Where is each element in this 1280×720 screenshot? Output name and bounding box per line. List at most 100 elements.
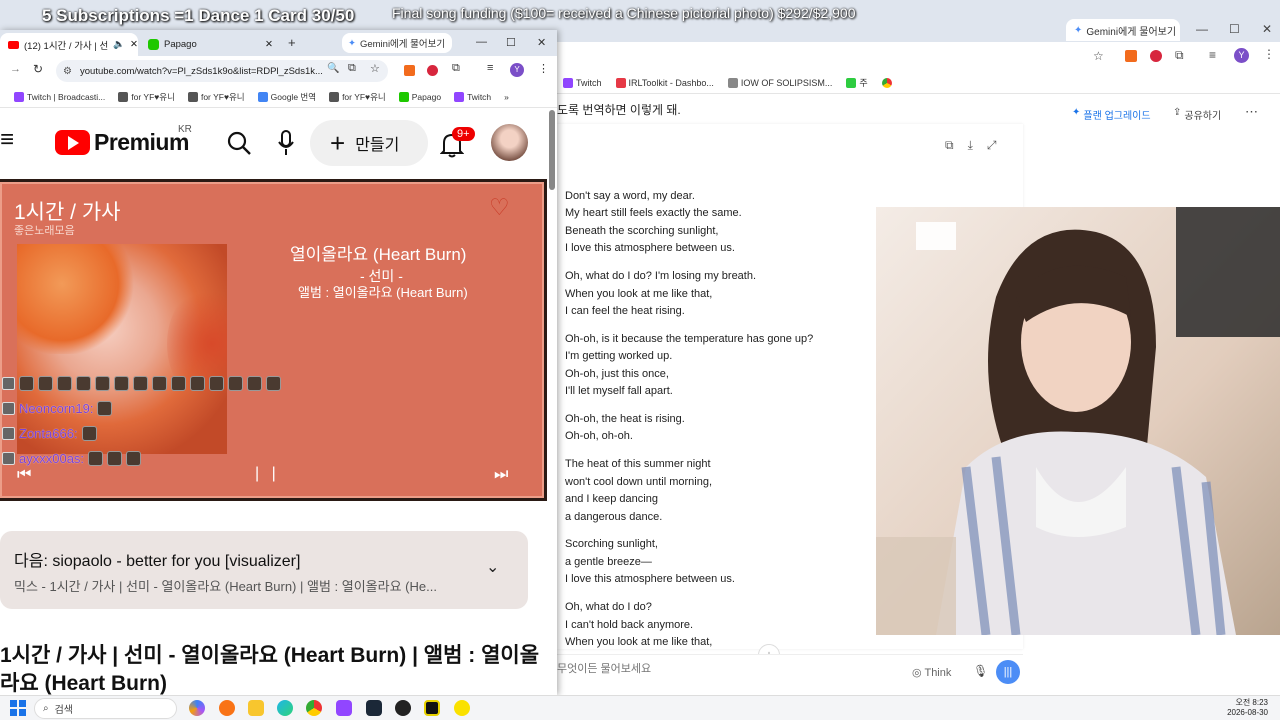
stream-goal-text: 5 Subscriptions =1 Dance 1 Card 30/50 [42, 6, 355, 25]
reload-icon[interactable]: ↻ [33, 62, 43, 76]
microphone-icon[interactable]: 🎙 [973, 664, 988, 678]
bookmark-item[interactable]: IOW OF SOLIPSISM... [727, 77, 832, 88]
tab-youtube[interactable]: (12) 1시간 / 가사 | 선 🔈 ✕ [0, 33, 138, 56]
app-icon[interactable] [424, 700, 440, 716]
chat-emote-icon [81, 426, 97, 441]
install-icon[interactable]: ⧉ [348, 62, 356, 75]
profile-icon[interactable]: Y [1234, 48, 1249, 63]
folder-icon[interactable] [248, 700, 264, 716]
extension-icon[interactable] [1150, 50, 1162, 62]
menu-dots-icon[interactable]: ⋮ [538, 62, 549, 75]
bookmark-item[interactable]: 주 [846, 76, 868, 89]
hamburger-menu-icon[interactable]: ≡ [0, 128, 14, 152]
bookmark-star-icon[interactable]: ☆ [1093, 49, 1104, 63]
stream-chat-overlay: Neoncorn19: Zonta666: ayxxx00as: [2, 371, 281, 471]
puzzle-icon[interactable]: ⧉ [452, 62, 460, 75]
app-icon[interactable] [219, 700, 235, 716]
more-options-icon[interactable]: ⋯ [1245, 104, 1258, 120]
close-icon[interactable]: ✕ [1262, 22, 1272, 36]
bookmark-item[interactable]: for YF♥유니 [187, 91, 245, 103]
video-title: 1시간 / 가사 | 선미 - 열이올라요 (Heart Burn) | 앨범 … [0, 644, 540, 695]
chrome-icon[interactable] [306, 700, 322, 716]
taskbar: ⌕ 검색 오전 8:23 2026-08-30 [0, 695, 1280, 720]
more-bookmarks-icon[interactable]: » [504, 92, 509, 102]
chat-emote-icon [57, 376, 72, 391]
puzzle-icon[interactable]: ⧉ [1175, 48, 1184, 63]
bookmark-item[interactable]: IRLToolkit - Dashbo... [615, 77, 714, 88]
chat-emote-icon [19, 376, 34, 391]
microphone-icon[interactable] [277, 130, 295, 156]
tab-close-icon[interactable]: ✕ [265, 39, 273, 50]
youtube-icon [8, 40, 19, 49]
copy-icon[interactable]: ⧉ [945, 138, 954, 153]
gemini-ask-button[interactable]: ✦ Gemini에게 물어보기 [1066, 19, 1180, 41]
search-icon: ⌕ [43, 703, 49, 714]
bookmark-item[interactable]: for YF♥유니 [118, 91, 175, 103]
bookmark-item[interactable]: Papago [398, 91, 441, 102]
chat-message [2, 371, 281, 396]
twitch-icon[interactable] [336, 700, 352, 716]
chrome-icon[interactable] [881, 77, 892, 88]
taskbar-search[interactable]: ⌕ 검색 [34, 698, 177, 719]
minimize-icon[interactable]: — [1196, 22, 1208, 36]
bookmark-item[interactable]: Twitch [454, 91, 491, 102]
copilot-icon[interactable] [189, 700, 205, 716]
download-icon[interactable]: ⤓ [968, 138, 973, 153]
expand-icon[interactable]: ⤢ [987, 138, 997, 153]
profile-icon[interactable]: Y [510, 63, 524, 77]
site-info-icon[interactable]: ⚙ [63, 66, 72, 77]
tab-papago[interactable]: Papago ✕ [140, 33, 278, 56]
obs-icon[interactable] [395, 700, 411, 716]
up-next-card[interactable]: 다음: siopaolo - better for you [visualize… [0, 531, 528, 609]
steam-icon[interactable] [366, 700, 382, 716]
bookmark-item[interactable]: for YF♥유니 [329, 91, 386, 103]
upgrade-plan-button[interactable]: ✦ 플랜 업그레이드 [1072, 107, 1151, 122]
chat-emote-icon [133, 376, 148, 391]
media-icon[interactable]: ≡ [1209, 48, 1216, 62]
gemini-ask-button[interactable]: ✦ Gemini에게 물어보기 [342, 33, 452, 53]
chat-badge-icon [2, 427, 15, 440]
search-icon[interactable] [227, 131, 251, 155]
maximize-icon[interactable]: ☐ [1229, 22, 1240, 36]
kakaotalk-icon[interactable] [454, 700, 470, 716]
chat-emote-icon [38, 376, 53, 391]
maximize-icon[interactable]: ☐ [506, 36, 516, 49]
plus-icon: + [330, 128, 346, 158]
zoom-icon[interactable]: 🔍 [327, 63, 339, 74]
think-toggle[interactable]: ◎ Think [912, 666, 951, 679]
new-tab-icon[interactable]: + [288, 35, 296, 50]
twitch-icon [563, 77, 573, 88]
chevron-down-icon[interactable]: ⌄ [486, 557, 499, 577]
page-scrollbar[interactable] [549, 110, 555, 190]
youtube-premium-logo[interactable]: Premium [55, 129, 189, 156]
back-browser-toolbar: ☆ ⧉ ≡ Y ⋮ [557, 42, 1280, 72]
bookmark-item[interactable]: Twitch | Broadcasti... [14, 91, 105, 102]
prompt-input[interactable] [557, 663, 887, 675]
create-button[interactable]: + 만들기 [310, 120, 428, 166]
chat-emote-icon [126, 451, 142, 466]
bookmark-item[interactable]: Twitch [563, 77, 602, 88]
avatar[interactable] [491, 124, 528, 161]
chat-emote-icon [171, 376, 186, 391]
forward-icon[interactable]: → [10, 63, 21, 75]
menu-dots-icon[interactable]: ⋮ [1263, 47, 1275, 61]
windows-start-icon[interactable] [10, 700, 26, 716]
extension-icon[interactable] [427, 65, 438, 76]
bookmark-favicon-icon [727, 77, 738, 88]
chat-emote-icon [107, 451, 123, 466]
up-next-subtitle: 믹스 - 1시간 / 가사 | 선미 - 열이올라요 (Heart Burn) … [14, 579, 437, 594]
youtube-browser-window: (12) 1시간 / 가사 | 선 🔈 ✕ Papago ✕ + ✦ Gemin… [0, 30, 557, 695]
bookmark-favicon-icon [187, 91, 198, 102]
bookmark-item[interactable]: Google 번역 [257, 91, 316, 103]
voice-mode-button[interactable]: ||| [996, 660, 1020, 684]
share-button[interactable]: ⇪ 공유하기 [1173, 107, 1221, 122]
speaker-icon[interactable]: 🔈 [113, 39, 125, 50]
extension-icon[interactable] [404, 65, 415, 76]
edge-icon[interactable] [277, 700, 293, 716]
minimize-icon[interactable]: — [476, 36, 487, 48]
media-icon[interactable]: ≡ [487, 62, 493, 74]
tab-close-icon[interactable]: ✕ [130, 39, 138, 50]
close-icon[interactable]: ✕ [537, 36, 546, 49]
extension-icon[interactable] [1125, 50, 1137, 62]
bookmark-star-icon[interactable]: ☆ [370, 62, 380, 75]
